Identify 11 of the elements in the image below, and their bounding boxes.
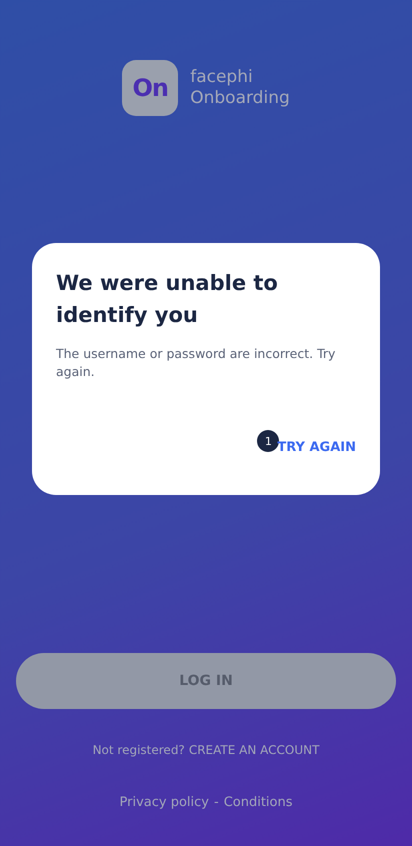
register-prompt: Not registered? (92, 743, 185, 757)
dialog-message: The username or password are incorrect. Try again. (56, 345, 336, 381)
separator: - (214, 795, 219, 810)
try-again-button[interactable]: TRY AGAIN (277, 436, 356, 459)
brand-name: facephi (190, 67, 254, 88)
dialog-title: We were unable to identify you (56, 270, 279, 329)
product-name: Onboarding (190, 88, 290, 109)
logo-mark: On (122, 60, 178, 116)
conditions-link[interactable]: Conditions (224, 795, 292, 810)
privacy-link[interactable]: Privacy policy (120, 795, 209, 810)
create-account-link[interactable]: CREATE AN ACCOUNT (188, 743, 320, 757)
